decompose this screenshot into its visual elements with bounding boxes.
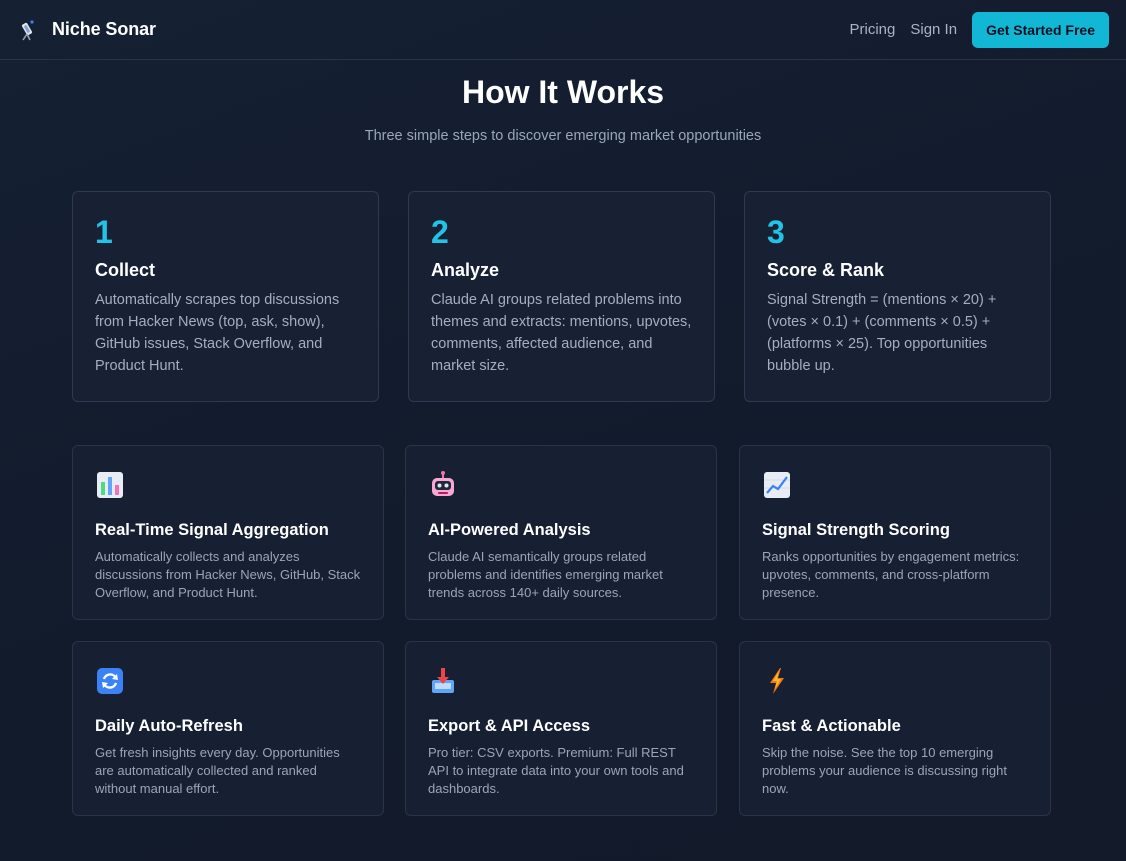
feature-description: Ranks opportunities by engagement metric… bbox=[762, 549, 1020, 600]
step-description: Claude AI groups related problems into t… bbox=[431, 292, 692, 374]
feature-description: Get fresh insights every day. Opportunit… bbox=[95, 745, 340, 796]
section-title: How It Works bbox=[461, 74, 665, 110]
feature-description: Skip the noise. See the top 10 emerging … bbox=[762, 745, 1007, 796]
feature-card-fast-actionable: Fast & Actionable Skip the noise. See th… bbox=[739, 641, 1051, 816]
inbox-download-icon bbox=[432, 668, 454, 693]
step-description: Automatically scrapes top discussions fr… bbox=[95, 292, 340, 374]
nav-link-pricing[interactable]: Pricing bbox=[850, 21, 896, 38]
trending-up-icon bbox=[764, 472, 790, 498]
top-navbar: Niche Sonar Pricing Sign In Get Started … bbox=[0, 0, 1126, 60]
feature-title: AI-Powered Analysis bbox=[428, 521, 591, 539]
lightning-icon bbox=[770, 668, 784, 694]
feature-card-signal-scoring: Signal Strength Scoring Ranks opportunit… bbox=[739, 445, 1051, 620]
feature-card-daily-refresh: Daily Auto-Refresh Get fresh insights ev… bbox=[72, 641, 384, 816]
brand-name: Niche Sonar bbox=[52, 19, 156, 39]
robot-icon bbox=[432, 471, 454, 496]
nav-actions: Pricing Sign In Get Started Free bbox=[850, 11, 1109, 48]
brand[interactable]: Niche Sonar bbox=[18, 18, 156, 42]
step-number: 1 bbox=[95, 214, 113, 250]
step-card-analyze: 2 Analyze Claude AI groups related probl… bbox=[408, 191, 715, 402]
step-title: Collect bbox=[95, 260, 156, 280]
step-number: 3 bbox=[767, 214, 785, 250]
feature-title: Fast & Actionable bbox=[762, 717, 901, 735]
feature-title: Daily Auto-Refresh bbox=[95, 717, 243, 735]
step-description: Signal Strength = (mentions × 20) + (vot… bbox=[767, 292, 997, 374]
feature-description: Automatically collects and analyzes disc… bbox=[95, 549, 361, 600]
feature-title: Real-Time Signal Aggregation bbox=[95, 521, 329, 539]
step-title: Analyze bbox=[431, 260, 500, 280]
step-card-score-rank: 3 Score & Rank Signal Strength = (mentio… bbox=[744, 191, 1051, 402]
step-number: 2 bbox=[431, 214, 449, 250]
feature-card-signal-aggregation: Real-Time Signal Aggregation Automatical… bbox=[72, 445, 384, 620]
feature-title: Export & API Access bbox=[428, 717, 591, 735]
section-subtitle: Three simple steps to discover emerging … bbox=[364, 128, 762, 144]
feature-card-export-api: Export & API Access Pro tier: CSV export… bbox=[405, 641, 717, 816]
get-started-button[interactable]: Get Started Free bbox=[972, 11, 1109, 48]
feature-description: Claude AI semantically groups related pr… bbox=[428, 549, 663, 600]
telescope-icon bbox=[21, 19, 34, 40]
feature-card-ai-analysis: AI-Powered Analysis Claude AI semantical… bbox=[405, 445, 717, 620]
feature-description: Pro tier: CSV exports. Premium: Full RES… bbox=[428, 745, 684, 796]
bar-chart-icon bbox=[97, 472, 123, 498]
step-title: Score & Rank bbox=[767, 260, 885, 280]
step-card-collect: 1 Collect Automatically scrapes top disc… bbox=[72, 191, 379, 402]
feature-title: Signal Strength Scoring bbox=[762, 521, 950, 539]
nav-link-sign-in[interactable]: Sign In bbox=[910, 21, 957, 38]
refresh-icon bbox=[97, 668, 123, 694]
